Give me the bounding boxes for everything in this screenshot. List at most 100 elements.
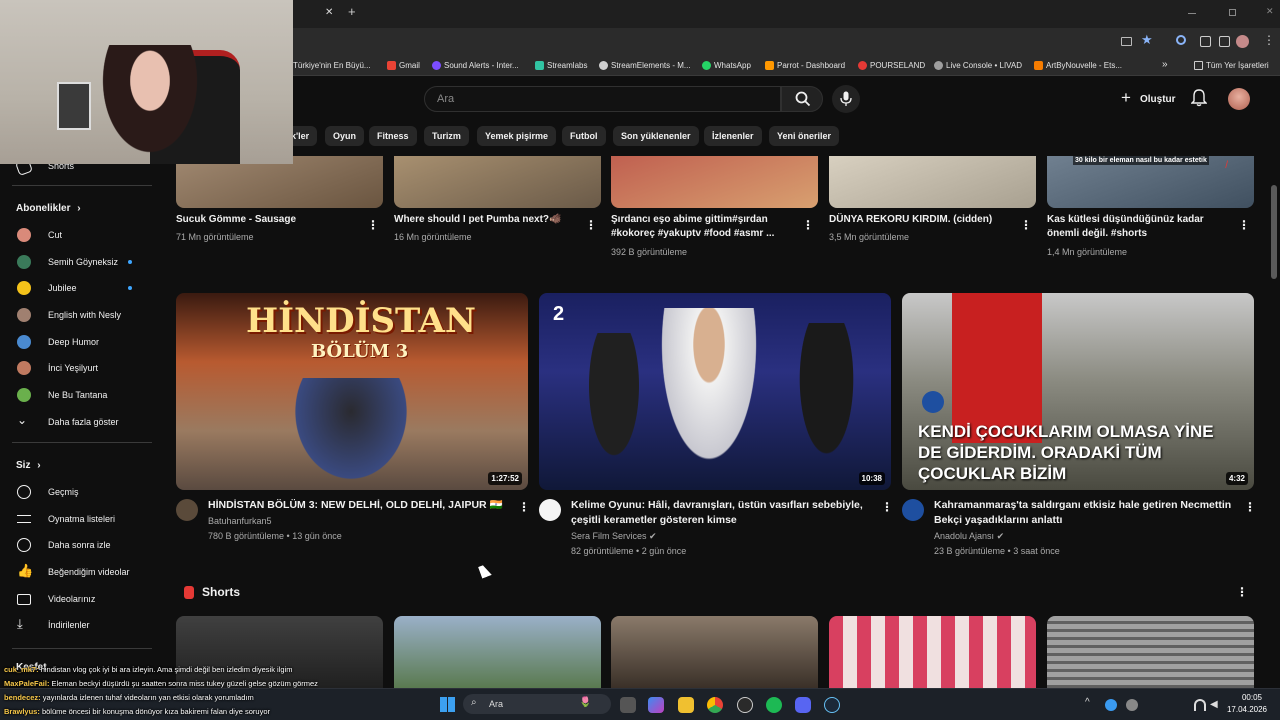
short-thumbnail[interactable] <box>829 156 1036 208</box>
cast-icon[interactable] <box>1121 37 1132 46</box>
channel-avatar[interactable] <box>539 499 561 521</box>
more-options-icon[interactable]: ⋮ <box>1244 500 1256 514</box>
more-options-icon[interactable]: ⋮ <box>881 500 893 514</box>
chip[interactable]: Futbol <box>562 126 606 146</box>
profile-avatar[interactable] <box>1236 35 1249 48</box>
tab-close-icon[interactable]: ✕ <box>325 7 333 18</box>
new-tab-icon[interactable]: + <box>348 4 356 19</box>
sidebar-item-subscription[interactable]: Cut <box>0 222 160 248</box>
more-options-icon[interactable]: ⋮ <box>1020 218 1032 232</box>
clock-time[interactable]: 00:05 <box>1235 693 1269 702</box>
more-options-icon[interactable]: ⋮ <box>802 218 814 232</box>
bookmark[interactable]: Parrot - Dashboard <box>765 61 845 70</box>
discord-icon[interactable] <box>795 697 811 713</box>
channel-avatar[interactable] <box>902 499 924 521</box>
chrome-icon[interactable] <box>707 697 723 713</box>
video-thumbnail[interactable]: 2 10:38 <box>539 293 891 490</box>
channel-name[interactable]: Anadolu Ajansı ✔ <box>934 531 1004 542</box>
copilot-icon[interactable] <box>648 697 664 713</box>
chip[interactable]: Oyun <box>325 126 365 146</box>
short-title[interactable]: Where should I pet Pumba next?🐗 <box>394 213 574 227</box>
sidebar-item-downloads[interactable]: ⤓ İndirilenler <box>0 612 160 638</box>
more-bookmarks-button[interactable]: » <box>1162 59 1168 70</box>
tray-app-icon[interactable] <box>1126 699 1138 711</box>
sidebar-item-subscription[interactable]: Ne Bu Tantana <box>0 382 160 408</box>
tray-app-icon[interactable] <box>1105 699 1117 711</box>
channel-avatar[interactable] <box>176 499 198 521</box>
maximize-icon[interactable] <box>1229 9 1236 16</box>
you-heading[interactable]: Siz › <box>16 460 41 471</box>
more-options-icon[interactable]: ⋮ <box>585 218 597 232</box>
more-options-icon[interactable]: ⋮ <box>1236 585 1248 599</box>
account-avatar[interactable] <box>1228 88 1250 110</box>
all-bookmarks[interactable]: Tüm Yer İşaretleri <box>1194 61 1269 70</box>
star-icon[interactable]: ★ <box>1141 32 1153 48</box>
sidebar-item-subscription[interactable]: İnci Yeşilyurt <box>0 355 160 381</box>
short-thumbnail[interactable] <box>176 616 383 688</box>
short-title[interactable]: Şırdancı eşo abime gittim#şırdan #kokore… <box>611 213 786 241</box>
bookmark[interactable]: POURSELAND <box>858 61 925 70</box>
create-button[interactable]: + Oluştur <box>1115 86 1197 112</box>
short-title[interactable]: Kas kütlesi düşündüğünüz kadar önemli de… <box>1047 213 1222 241</box>
sidebar-item-subscription[interactable]: Deep Humor <box>0 329 160 355</box>
channel-name[interactable]: Sera Film Services ✔ <box>571 531 657 542</box>
sidebar-item-history[interactable]: Geçmiş <box>0 479 160 505</box>
chip[interactable]: İzlenenler <box>704 126 762 146</box>
chip[interactable]: Son yüklenenler <box>613 126 699 146</box>
steam-icon[interactable] <box>824 697 840 713</box>
voice-search-button[interactable] <box>832 85 860 113</box>
sidebar-item-subscription[interactable]: Jubilee <box>0 275 160 301</box>
extension-icon[interactable] <box>1176 35 1186 45</box>
search-input[interactable]: Ara <box>424 86 781 112</box>
video-title[interactable]: Kelime Oyunu: Hâli, davranışları, üstün … <box>571 498 881 528</box>
windows-start-icon[interactable] <box>440 697 455 712</box>
channel-name[interactable]: Batuhanfurkan5 <box>208 516 272 526</box>
short-title[interactable]: Sucuk Gömme - Sausage <box>176 213 356 227</box>
chip[interactable]: Fitness <box>369 126 417 146</box>
bookmark[interactable]: Live Console • LIVAD <box>934 61 1022 70</box>
short-thumbnail[interactable] <box>611 616 818 688</box>
more-options-icon[interactable]: ⋮ <box>1238 218 1250 232</box>
bookmark[interactable]: Sound Alerts - Inter... <box>432 61 519 70</box>
video-thumbnail[interactable]: HİNDİSTAN BÖLÜM 3 1:27:52 <box>176 293 528 490</box>
sidebar-item-playlists[interactable]: Oynatma listeleri <box>0 506 160 532</box>
short-thumbnail[interactable] <box>611 156 818 208</box>
chip[interactable]: Turizm <box>424 126 469 146</box>
menu-icon[interactable]: ⋮ <box>1263 33 1275 47</box>
taskbar-search[interactable]: ⌕ Ara 🌷 <box>463 694 611 714</box>
sidebar-item-liked[interactable]: 👍 Beğendiğim videolar <box>0 559 160 585</box>
bookmark[interactable]: StreamElements - M... <box>599 61 691 70</box>
task-view-icon[interactable] <box>620 697 636 713</box>
video-title[interactable]: HİNDİSTAN BÖLÜM 3: NEW DELHİ, OLD DELHİ,… <box>208 498 518 513</box>
minimize-icon[interactable] <box>1188 13 1196 14</box>
short-thumbnail[interactable] <box>1047 616 1254 688</box>
bookmark[interactable]: WhatsApp <box>702 61 751 70</box>
bookmark[interactable]: ArtByNouvelle - Ets... <box>1034 61 1122 70</box>
wifi-icon[interactable] <box>1194 699 1206 711</box>
video-title[interactable]: Kahramanmaraş'ta saldırganı etkisiz hale… <box>934 498 1244 528</box>
chip[interactable]: Yemek pişirme <box>477 126 557 146</box>
short-title[interactable]: DÜNYA REKORU KIRDIM. (cidden) <box>829 213 1009 227</box>
search-button[interactable] <box>781 86 823 112</box>
obs-icon[interactable] <box>737 697 753 713</box>
bookmark[interactable]: Streamlabs <box>535 61 587 70</box>
short-thumbnail[interactable]: 30 kilo bir eleman nasıl bu kadar esteti… <box>1047 156 1254 208</box>
close-window-icon[interactable]: ✕ <box>1266 6 1274 17</box>
more-options-icon[interactable]: ⋮ <box>367 218 379 232</box>
bookmark[interactable]: Gmail <box>387 61 420 70</box>
tray-chevron-icon[interactable]: ^ <box>1085 697 1090 708</box>
chip[interactable]: Yeni öneriler <box>769 126 840 146</box>
short-thumbnail[interactable] <box>394 616 601 688</box>
file-explorer-icon[interactable] <box>678 697 694 713</box>
more-options-icon[interactable]: ⋮ <box>518 500 530 514</box>
short-thumbnail[interactable] <box>829 616 1036 688</box>
sidebar-item-watch-later[interactable]: Daha sonra izle <box>0 532 160 558</box>
short-thumbnail[interactable] <box>394 156 601 208</box>
sidebar-show-more[interactable]: ⌄ Daha fazla göster <box>0 409 160 435</box>
video-thumbnail[interactable]: KENDİ ÇOCUKLARIM OLMASA YİNE DE GİDERDİM… <box>902 293 1254 490</box>
puzzle-icon[interactable] <box>1200 36 1211 47</box>
page-scrollbar[interactable] <box>1271 185 1277 279</box>
bookmark[interactable]: Türkiye'nin En Büyü... <box>293 61 371 70</box>
sidepanel-icon[interactable] <box>1219 36 1230 47</box>
sidebar-item-subscription[interactable]: Semih Göyneksiz <box>0 249 160 275</box>
